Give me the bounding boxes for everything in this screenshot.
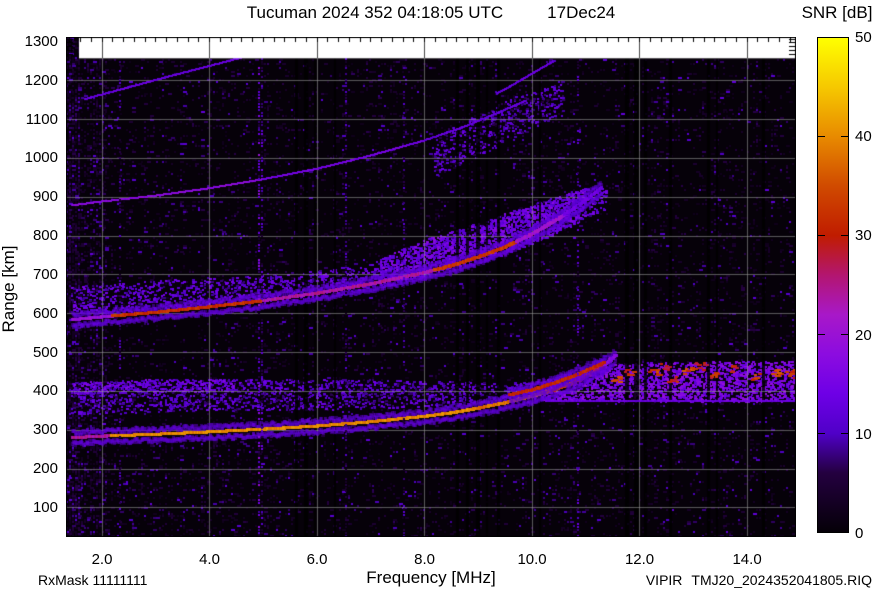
colorbar-tick-label-10: 10: [855, 425, 872, 443]
colorbar-tick-mark: [841, 432, 848, 434]
x-tick-label-2: 2.0: [91, 551, 113, 568]
plot-title: Tucuman 2024 352 04:18:05 UTC 17Dec24: [66, 3, 796, 23]
colorbar-tick-label-0: 0: [855, 525, 864, 542]
colorbar-tick-label-50: 50: [855, 29, 872, 46]
y-tick-label-500: 500: [32, 343, 58, 361]
y-tick-label-1300: 1300: [24, 33, 58, 50]
y-tick-label-300: 300: [32, 421, 58, 439]
colorbar-tick-mark: [841, 235, 848, 237]
colorbar-tick-mark: [841, 136, 848, 138]
y-tick-label-400: 400: [32, 382, 58, 400]
x-axis-label: Frequency [MHz]: [366, 568, 496, 587]
colorbar-tick-mark: [818, 333, 825, 335]
colorbar-tick-label-30: 30: [855, 227, 872, 245]
station-datetime: Tucuman 2024 352 04:18:05 UTC: [246, 3, 504, 22]
x-tick-label-6: 6.0: [306, 551, 328, 568]
y-tick-label-100: 100: [32, 498, 58, 516]
y-tick-label-1200: 1200: [24, 71, 58, 89]
instrument-name: VIPIR: [645, 572, 683, 588]
colorbar-tick-mark: [818, 432, 825, 434]
x-tick-label-4: 4.0: [199, 551, 220, 568]
y-tick-label-800: 800: [32, 227, 58, 245]
snr-colorbar: [817, 37, 849, 533]
colorbar-title: SNR [dB]: [801, 3, 873, 22]
colorbar-tick-mark: [818, 235, 825, 237]
y-tick-label-1000: 1000: [24, 149, 58, 167]
x-tick-label-8: 8.0: [414, 551, 435, 568]
rx-mask-label: RxMask 11111111: [38, 572, 148, 588]
y-tick-label-1100: 1100: [25, 110, 58, 128]
data-file-label: VIPIR TMJ20_2024352041805.RIQ: [560, 572, 872, 588]
ionogram-figure: Tucuman 2024 352 04:18:05 UTC 17Dec24 SN…: [0, 0, 884, 595]
colorbar-tick-label-40: 40: [855, 128, 872, 146]
x-tick-label-10: 10.0: [517, 551, 547, 568]
x-tick-label-12: 12.0: [624, 551, 655, 568]
y-tick-label-600: 600: [32, 304, 58, 322]
y-tick-label-900: 900: [32, 188, 58, 206]
colorbar-tick-mark: [841, 333, 848, 335]
y-tick-label-200: 200: [32, 460, 58, 478]
y-tick-label-700: 700: [32, 265, 58, 283]
date-label: 17Dec24: [547, 3, 616, 22]
x-tick-label-14: 14.0: [732, 551, 762, 568]
colorbar-tick-label-20: 20: [855, 326, 872, 344]
ionogram-plot-canvas: [66, 37, 796, 537]
colorbar-tick-mark: [818, 136, 825, 138]
data-filename: TMJ20_2024352041805.RIQ: [691, 572, 872, 588]
